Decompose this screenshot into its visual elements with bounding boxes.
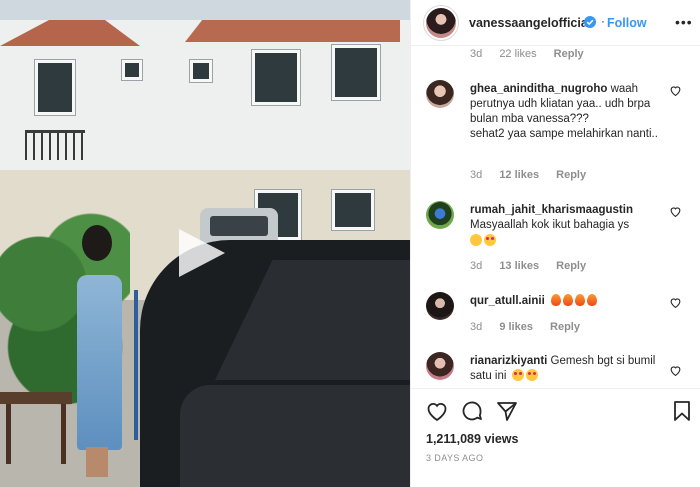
commenter-username[interactable]: ghea_aninditha_nugroho xyxy=(470,83,607,95)
comment-time: 3d xyxy=(470,169,483,181)
reply-button[interactable]: Reply xyxy=(556,169,586,181)
follow-button[interactable]: Follow xyxy=(607,16,647,30)
commenter-avatar[interactable] xyxy=(426,352,454,380)
comment-emojis xyxy=(511,369,540,382)
commenter-avatar[interactable] xyxy=(426,80,454,108)
commenter-username[interactable]: qur_atull.ainii xyxy=(470,295,545,307)
share-icon[interactable] xyxy=(495,399,519,423)
comment-emojis xyxy=(550,294,599,307)
video-frame-table xyxy=(0,392,72,404)
author-username[interactable]: vanessaangelofficial xyxy=(469,16,591,30)
commenter-username[interactable]: rianarizkiyanti xyxy=(470,355,547,367)
post-timestamp[interactable]: 3 DAYS AGO xyxy=(426,453,483,463)
comment-meta: 3d 13 likes Reply xyxy=(470,260,600,272)
fire-emoji xyxy=(574,294,585,306)
comment-time: 3d xyxy=(470,48,483,60)
like-comment-heart-icon[interactable] xyxy=(669,205,682,218)
comment-text: Masyaallah kok ikut bahagia ys xyxy=(470,219,630,231)
fire-emoji xyxy=(586,294,597,306)
bookmark-icon[interactable] xyxy=(670,399,694,423)
header-separator: · xyxy=(601,14,605,28)
heart-icon[interactable] xyxy=(425,399,449,423)
play-icon xyxy=(179,229,225,277)
comment-likes[interactable]: 13 likes xyxy=(499,260,539,272)
verified-badge-icon xyxy=(584,16,596,28)
smiling-face-emoji xyxy=(470,234,482,246)
heart-eyes-emoji xyxy=(525,369,538,381)
like-comment-heart-icon[interactable] xyxy=(669,296,682,309)
comments-list[interactable]: 3d 22 likes Reply ghea_aninditha_nugroho… xyxy=(411,46,700,388)
comment-time: 3d xyxy=(470,260,483,272)
comment-emojis xyxy=(470,234,665,249)
comment-meta: 3d 12 likes Reply xyxy=(470,169,600,181)
reply-button[interactable]: Reply xyxy=(556,260,586,272)
fire-emoji xyxy=(550,294,561,306)
like-comment-heart-icon[interactable] xyxy=(669,84,682,97)
post-header: vanessaangelofficial · Follow ••• xyxy=(411,0,700,46)
commenter-avatar[interactable] xyxy=(426,292,454,320)
fire-emoji xyxy=(562,294,573,306)
like-comment-heart-icon[interactable] xyxy=(669,364,682,377)
post-actions: 1,211,089 views 3 DAYS AGO xyxy=(411,388,700,487)
comment-icon[interactable] xyxy=(460,399,484,423)
comment-meta: 3d 9 likes Reply xyxy=(470,321,594,333)
play-button[interactable] xyxy=(173,225,229,281)
reply-button[interactable]: Reply xyxy=(550,321,580,333)
reply-button[interactable]: Reply xyxy=(554,48,584,60)
comment-time: 3d xyxy=(470,321,483,333)
heart-eyes-emoji xyxy=(511,369,524,381)
more-options-icon[interactable]: ••• xyxy=(675,14,693,30)
comment-likes[interactable]: 9 likes xyxy=(499,321,533,333)
post-side-panel: vanessaangelofficial · Follow ••• 3d 22 … xyxy=(410,0,700,487)
author-avatar[interactable] xyxy=(423,5,459,41)
video-frame-hose xyxy=(134,290,138,440)
video-frame-woman xyxy=(72,225,132,480)
comment-likes[interactable]: 22 likes xyxy=(499,48,536,60)
comment-likes[interactable]: 12 likes xyxy=(499,169,539,181)
commenter-username[interactable]: rumah_jahit_kharismaagustin xyxy=(470,203,665,218)
commenter-avatar[interactable] xyxy=(426,201,454,229)
heart-eyes-emoji xyxy=(484,234,496,246)
partial-comment-meta: 3d 22 likes Reply xyxy=(470,48,598,60)
view-count[interactable]: 1,211,089 views xyxy=(426,432,518,446)
post-video[interactable] xyxy=(0,0,410,487)
